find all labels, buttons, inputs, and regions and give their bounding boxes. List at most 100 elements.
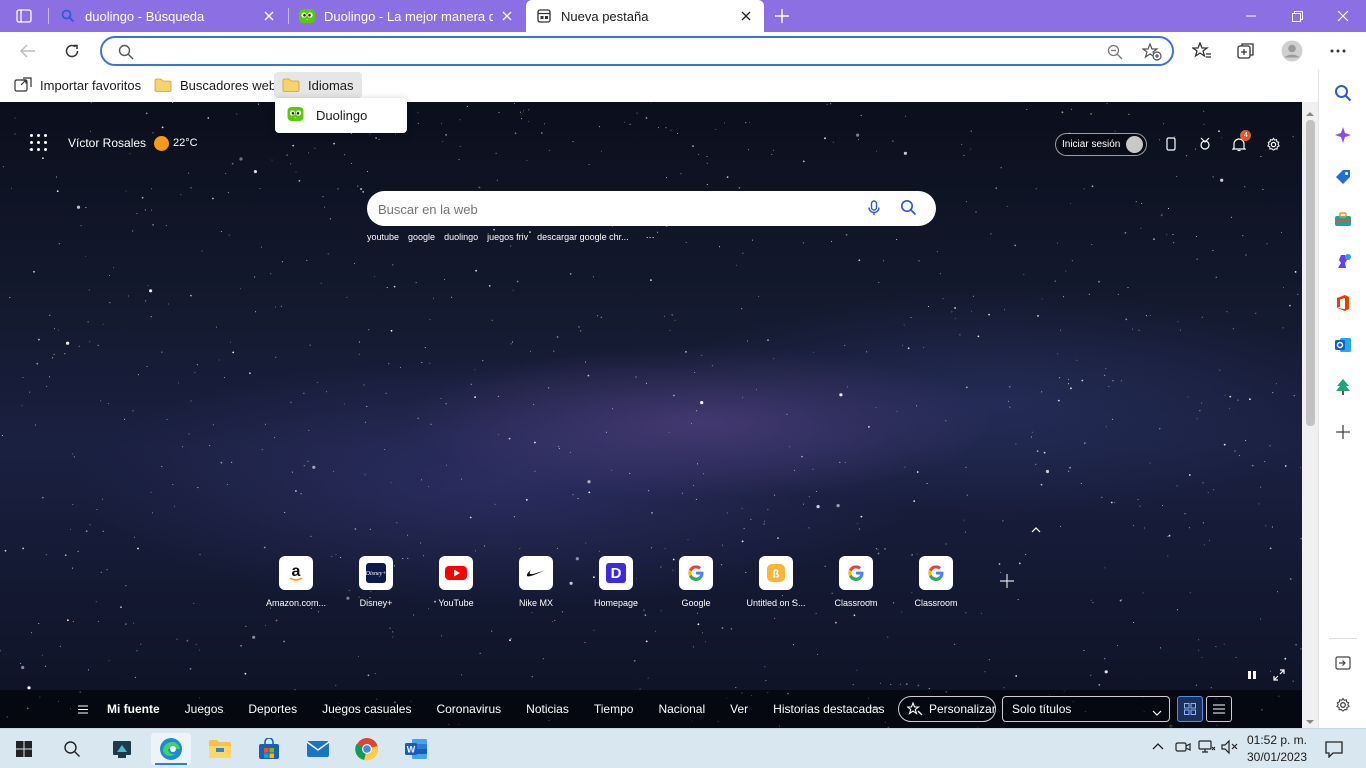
zoom-out-icon[interactable] [1107, 44, 1123, 63]
layout-select[interactable]: Solo títulos [1002, 696, 1170, 722]
apps-waffle-icon[interactable] [30, 134, 48, 152]
search-icon[interactable] [52, 733, 92, 765]
sidebar-settings-gear-icon[interactable] [1333, 695, 1353, 715]
chevron-up-icon[interactable] [1031, 522, 1041, 536]
close-window-button[interactable] [1320, 0, 1366, 32]
notification-center-icon[interactable] [1325, 740, 1343, 761]
list-view-button[interactable] [1206, 696, 1232, 722]
settings-more-button[interactable] [1324, 37, 1352, 65]
feed-more-button[interactable]: ··· [869, 700, 881, 714]
feed-item[interactable]: Tiempo [594, 702, 634, 716]
start-windows-icon[interactable] [4, 733, 44, 765]
file-explorer-icon[interactable] [200, 733, 240, 765]
rewards-icon[interactable] [1193, 132, 1217, 156]
office-icon[interactable] [1333, 293, 1353, 313]
expand-icon[interactable] [1273, 669, 1285, 684]
search-icon[interactable] [1333, 83, 1353, 103]
task-view-icon[interactable] [102, 733, 142, 765]
restore-button[interactable] [1274, 0, 1320, 32]
tray-chevron-up-icon[interactable] [1152, 739, 1164, 753]
tools-toolbox-icon[interactable] [1333, 209, 1353, 229]
scroll-down-arrow-icon[interactable] [1306, 714, 1314, 728]
feed-item[interactable]: Juegos casuales [322, 702, 411, 716]
notifications-bell-icon[interactable]: 4 [1227, 130, 1252, 156]
trending-item[interactable]: youtube [367, 232, 399, 242]
grid-view-button[interactable] [1177, 696, 1203, 722]
feed-item[interactable]: Deportes [248, 702, 297, 716]
web-search-input[interactable] [378, 199, 848, 219]
add-favorite-icon[interactable] [1141, 42, 1162, 64]
feed-item[interactable]: Historias destacadas [773, 702, 884, 716]
quick-link-tile[interactable]: ß Untitled on S... [736, 556, 816, 608]
web-search-box[interactable] [367, 191, 936, 226]
chrome-icon[interactable] [347, 733, 387, 765]
hide-sidebar-icon[interactable] [1333, 653, 1353, 673]
trending-item[interactable]: descargar google chr... [537, 232, 629, 242]
weather-sun-icon[interactable] [154, 135, 170, 151]
signin-button[interactable]: Iniciar sesión [1055, 132, 1148, 156]
scrollbar-thumb[interactable] [1306, 120, 1315, 426]
pause-icon[interactable] [1247, 669, 1257, 683]
tab-duolingo-search[interactable]: duolingo - Búsqueda [50, 0, 287, 32]
microphone-icon[interactable] [867, 200, 881, 219]
favorite-import[interactable]: Importar favoritos [6, 72, 149, 98]
feed-item[interactable]: Coronavirus [436, 702, 501, 716]
tab-actions-icon[interactable] [8, 6, 40, 26]
feed-item[interactable]: Ver [730, 702, 748, 716]
word-icon[interactable]: W [396, 733, 436, 765]
taskbar-clock[interactable]: 01:52 p. m. 30/01/2023 [1244, 732, 1310, 766]
collections-button[interactable] [1232, 37, 1260, 65]
new-tab-button[interactable] [770, 4, 794, 28]
search-icon[interactable] [900, 199, 917, 219]
favorites-button[interactable] [1188, 37, 1216, 65]
hamburger-menu-icon[interactable] [78, 703, 88, 717]
minimize-button[interactable] [1228, 0, 1274, 32]
add-quick-link-icon[interactable] [1000, 574, 1014, 591]
trending-item[interactable]: google [408, 232, 435, 242]
feed-item[interactable]: Mi fuente [107, 702, 160, 716]
close-icon[interactable] [499, 8, 515, 24]
page-settings-gear-icon[interactable] [1261, 132, 1285, 156]
games-chess-icon[interactable] [1333, 251, 1353, 271]
favorites-folder-menu-item-duolingo[interactable]: Duolingo [275, 98, 407, 133]
feed-item[interactable]: Juegos [185, 702, 224, 716]
address-bar[interactable] [100, 36, 1174, 66]
quick-link-tile[interactable]: Nike MX [496, 556, 576, 608]
shopping-tag-icon[interactable] [1333, 167, 1353, 187]
tree-icon[interactable] [1333, 377, 1353, 397]
edge-taskbar-icon[interactable] [151, 733, 191, 765]
close-icon[interactable] [738, 8, 754, 24]
quick-link-tile[interactable]: D Homepage [576, 556, 656, 608]
temperature[interactable]: 22°C [173, 137, 198, 149]
discover-sparkle-icon[interactable] [1333, 125, 1353, 145]
favorite-folder-idiomas[interactable]: Idiomas [274, 72, 362, 98]
quick-link-tile[interactable]: Classroom [816, 556, 896, 608]
tab-duolingo[interactable]: Duolingo - La mejor manera de a [289, 0, 525, 32]
meet-now-icon[interactable] [1175, 739, 1191, 758]
quick-link-tile[interactable]: YouTube [416, 556, 496, 608]
mail-icon[interactable] [298, 733, 338, 765]
tab-new-tab[interactable]: Nueva pestaña [526, 0, 764, 32]
feed-item[interactable]: Noticias [526, 702, 569, 716]
page-scrollbar[interactable] [1302, 102, 1318, 728]
trending-item[interactable]: juegos friv [487, 232, 528, 242]
close-icon[interactable] [261, 8, 277, 24]
scroll-up-arrow-icon[interactable] [1306, 105, 1314, 119]
quick-link-tile[interactable]: Google [656, 556, 736, 608]
store-icon[interactable] [249, 733, 289, 765]
profile-avatar[interactable] [1278, 37, 1306, 65]
quick-link-tile[interactable]: a Amazon.com... [256, 556, 336, 608]
add-sidebar-app-icon[interactable] [1333, 422, 1353, 442]
mobile-icon[interactable] [1159, 132, 1183, 156]
quick-link-tile[interactable]: Classroom [896, 556, 976, 608]
favorite-folder-buscadores[interactable]: Buscadores web [146, 72, 284, 98]
trending-item[interactable]: duolingo [444, 232, 478, 242]
trending-more[interactable]: ··· [646, 232, 655, 242]
back-button[interactable] [14, 37, 42, 65]
outlook-icon[interactable] [1333, 335, 1353, 355]
volume-muted-icon[interactable] [1221, 739, 1239, 758]
personalize-button[interactable]: Personalizar [898, 696, 996, 722]
refresh-button[interactable] [58, 37, 86, 65]
feed-item[interactable]: Nacional [658, 702, 705, 716]
quick-link-tile[interactable]: Disney+ Disney+ [336, 556, 416, 608]
